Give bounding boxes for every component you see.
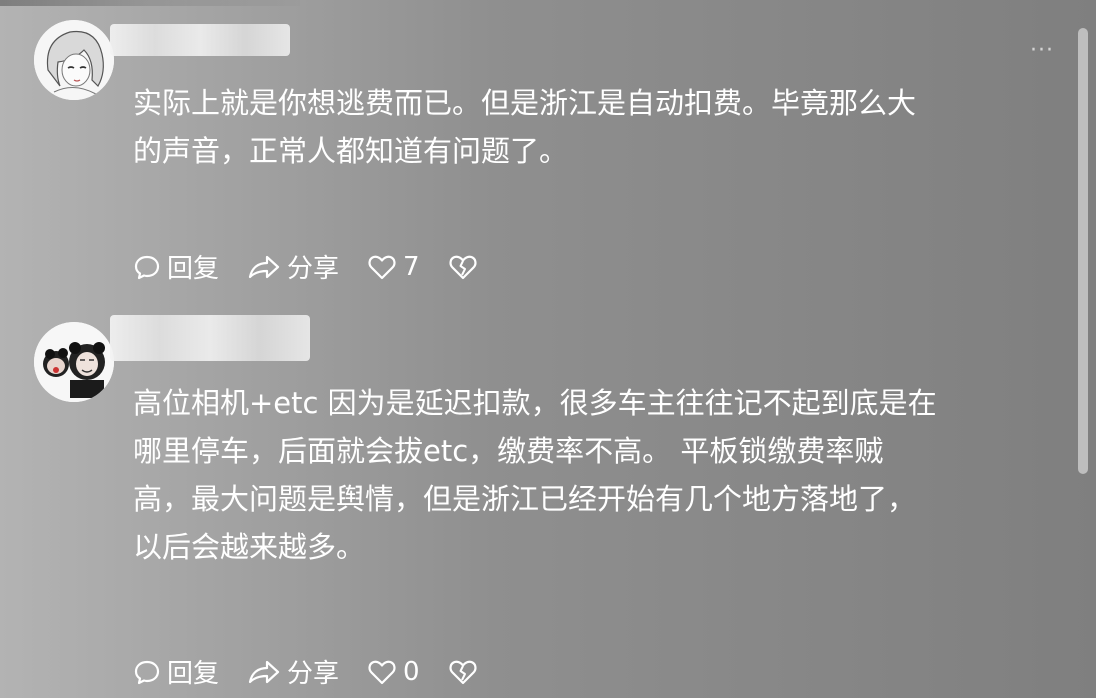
share-label: 分享 xyxy=(287,659,340,689)
share-button[interactable]: 分享 xyxy=(247,653,339,690)
comment-line: 以后会越来越多。 xyxy=(133,530,366,564)
comment-line: 哪里停车，后面就会拔etc，缴费率不高。 平板锁缴费率贼 xyxy=(133,434,884,468)
like-button[interactable]: 0 xyxy=(367,657,420,687)
scrollbar[interactable] xyxy=(1078,28,1088,474)
heart-icon xyxy=(368,660,396,684)
reply-button[interactable]: 回复 xyxy=(133,248,219,285)
reply-label: 回复 xyxy=(167,659,220,689)
comment-bubble-icon xyxy=(134,660,160,684)
comment-line: 实际上就是你想逃费而已。但是浙江是自动扣费。毕竟那么大 xyxy=(133,86,917,120)
broken-heart-icon xyxy=(449,255,477,279)
share-button[interactable]: 分享 xyxy=(247,248,339,285)
comment-text: 高位相机+etc 因为是延迟扣款，很多车主往往记不起到底是在 哪里停车，后面就会… xyxy=(133,379,937,571)
dislike-button[interactable] xyxy=(448,253,484,281)
top-clipped-strip xyxy=(0,0,300,6)
comment-text: 实际上就是你想逃费而已。但是浙江是自动扣费。毕竟那么大 的声音，正常人都知道有问… xyxy=(133,79,916,175)
like-count: 0 xyxy=(403,656,420,687)
share-label: 分享 xyxy=(287,254,340,284)
blurred-username xyxy=(110,24,290,56)
comment-actions: 回复 分享 0 xyxy=(133,653,512,690)
panda-meme-avatar-icon xyxy=(34,322,114,402)
share-arrow-icon xyxy=(248,660,280,683)
broken-heart-icon xyxy=(449,660,477,684)
comment-line: 高位相机+etc 因为是延迟扣款，很多车主往往记不起到底是在 xyxy=(133,386,937,420)
reply-label: 回复 xyxy=(167,254,220,284)
anime-avatar-icon xyxy=(34,20,114,100)
comment-line: 的声音，正常人都知道有问题了。 xyxy=(133,134,569,168)
comment-line: 高，最大问题是舆情，但是浙江已经开始有几个地方落地了， xyxy=(133,482,917,516)
share-arrow-icon xyxy=(248,255,280,278)
reply-button[interactable]: 回复 xyxy=(133,653,219,690)
comment-actions: 回复 分享 7 xyxy=(133,248,512,285)
blurred-username xyxy=(110,315,310,361)
like-count: 7 xyxy=(403,251,420,282)
dislike-button[interactable] xyxy=(448,658,484,686)
avatar[interactable] xyxy=(34,20,114,100)
more-dots-icon[interactable]: ··· xyxy=(1030,40,1054,62)
avatar[interactable] xyxy=(34,322,114,402)
like-button[interactable]: 7 xyxy=(367,252,420,282)
comment-bubble-icon xyxy=(134,255,160,279)
heart-icon xyxy=(368,255,396,279)
